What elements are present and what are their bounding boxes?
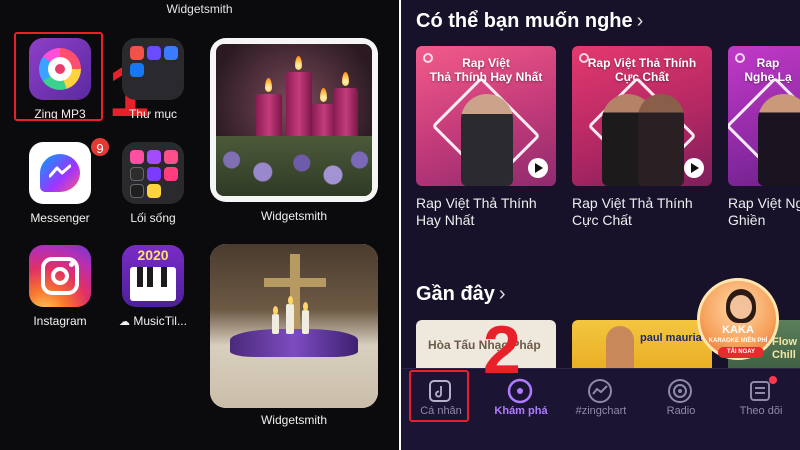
section-title-suggest[interactable]: Có thể bạn muốn nghe › — [416, 10, 643, 33]
widget-label-top: Widgetsmith — [260, 209, 328, 223]
widget-label-bottom: Widgetsmith — [260, 413, 328, 427]
app-folder[interactable]: Thư mục — [108, 38, 198, 121]
nav-label: Radio — [666, 405, 696, 417]
nav-label: Theo dõi — [739, 405, 783, 417]
play-icon[interactable] — [684, 158, 704, 178]
playlist-card[interactable]: RapNghe Lạ Rap Việt Nghe Là Ghiền — [728, 46, 800, 229]
promo-download-button[interactable]: TẢI NGAY — [718, 347, 764, 358]
chevron-right-icon: › — [498, 283, 506, 305]
recent-item-text: Flow Chill — [772, 336, 798, 361]
widget-title-top: Widgetsmith — [166, 2, 233, 16]
nav-tab-following[interactable]: Theo dõi — [721, 369, 800, 429]
chevron-right-icon: › — [636, 10, 644, 32]
highlight-box-personal — [409, 370, 469, 422]
messenger-icon — [29, 142, 91, 204]
folder-icon — [122, 38, 184, 100]
widgetsmith-photo-altar[interactable] — [210, 244, 378, 408]
nav-tab-radio[interactable]: Radio — [641, 369, 721, 429]
playlist-card[interactable]: Rap Việt Thả Thính Hay Nhất Rap Việt Thả … — [416, 46, 556, 229]
instagram-icon — [29, 245, 91, 307]
karaoke-promo-bubble[interactable]: KAKA KARAOKE MIỄN PHÍ TẢI NGAY — [697, 278, 779, 360]
chart-trend-icon — [588, 379, 612, 403]
section-title-recent[interactable]: Gần đây › — [416, 283, 506, 306]
app-label-lifestyle: Lối sống — [130, 211, 176, 225]
lifestyle-folder-icon — [122, 142, 184, 204]
app-instagram[interactable]: Instagram — [15, 245, 105, 328]
widgetsmith-photo-candles[interactable] — [210, 38, 378, 202]
play-icon[interactable] — [528, 158, 548, 178]
app-messenger[interactable]: 9 Messenger — [15, 136, 111, 225]
app-label-folder: Thư mục — [128, 107, 178, 121]
promo-title: KAKA — [722, 324, 754, 336]
radio-icon — [668, 379, 692, 403]
nav-label: #zingchart — [575, 405, 627, 417]
playlist-title: Rap Việt Nghe Là Ghiền — [728, 195, 800, 228]
promo-subtitle: KARAOKE MIỄN PHÍ — [708, 338, 768, 344]
nav-label: Khám phá — [494, 405, 548, 417]
app-label-messenger: Messenger — [30, 211, 90, 225]
app-label-musictiles: ☁ MusicTil... — [119, 314, 187, 328]
ios-home-screen: Widgetsmith Zing MP3 1 Thư mục 9 Messeng… — [0, 0, 399, 450]
cover-text: Rap Việt Thả Thính Cực Chất — [587, 56, 697, 84]
zing-mp3-app: Có thể bạn muốn nghe › Rap Việt Thả Thính … — [401, 0, 800, 450]
app-label-instagram: Instagram — [33, 314, 87, 328]
piano-icon: 2020 — [122, 245, 184, 307]
playlist-title: Rap Việt Thả Thính Cực Chất — [572, 195, 693, 228]
cover-text: Rap Việt Thả Thính Hay Nhất — [429, 56, 543, 84]
playlist-cover: Rap Việt Thả Thính Hay Nhất — [416, 46, 556, 186]
app-musictiles[interactable]: 2020 ☁ MusicTil... — [108, 245, 198, 328]
step-number-2: 2 — [483, 312, 521, 388]
nav-tab-zingchart[interactable]: #zingchart — [561, 369, 641, 429]
playlist-card[interactable]: Rap Việt Thả Thính Cực Chất Rap Việt Thả … — [572, 46, 712, 229]
playlist-cover: Rap Việt Thả Thính Cực Chất — [572, 46, 712, 186]
highlight-box-zing — [14, 32, 103, 121]
recent-item-text: paul mauriat — [640, 332, 706, 344]
app-lifestyle-folder[interactable]: Lối sống — [108, 142, 198, 225]
playlist-title: Rap Việt Thả Thính Hay Nhất — [416, 195, 537, 228]
cover-text: Rap Nghe Lạ — [744, 56, 792, 84]
notification-dot — [769, 376, 777, 384]
playlist-cover: Rap Nghe Lạ — [728, 46, 800, 186]
